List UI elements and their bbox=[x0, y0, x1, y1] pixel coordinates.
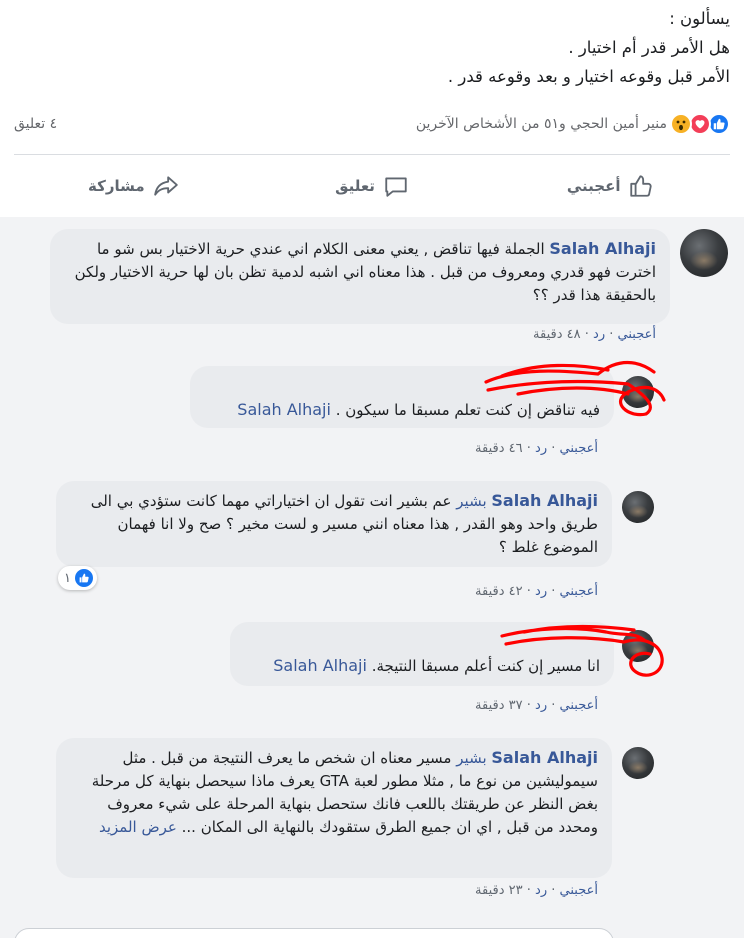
post-body: يسألون : هل الأمر قدر أم اختيار . الأمر … bbox=[14, 4, 730, 91]
comment-author[interactable]: Salah Alhaji bbox=[491, 748, 598, 767]
separator: · bbox=[609, 327, 614, 342]
comment-time[interactable]: ٤٨ دقيقة bbox=[533, 327, 581, 342]
comment-time[interactable]: ٤٢ دقيقة bbox=[475, 584, 523, 599]
reaction-count: ١ bbox=[64, 570, 71, 586]
comment-label: تعليق bbox=[335, 177, 375, 195]
thumbs-up-icon bbox=[630, 175, 653, 197]
mention-link[interactable]: بشير bbox=[456, 749, 486, 767]
speech-bubble-icon bbox=[385, 177, 407, 197]
reply-text: فيه تناقض إن كنت تعلم مسبقا ما سيكون . bbox=[335, 401, 600, 419]
post-line: يسألون : bbox=[669, 9, 730, 28]
avatar[interactable] bbox=[622, 491, 654, 523]
separator: · bbox=[526, 441, 531, 456]
reply-bubble: فيه تناقض إن كنت تعلم مسبقا ما سيكون . S… bbox=[190, 366, 614, 428]
comment-author[interactable]: Salah Alhaji bbox=[549, 239, 656, 258]
comment-reply-link[interactable]: رد bbox=[593, 327, 605, 342]
like-icon bbox=[708, 113, 730, 135]
comment-reaction-count[interactable]: ١ bbox=[58, 566, 97, 590]
love-icon bbox=[689, 113, 711, 135]
comment-like-link[interactable]: أعجبني bbox=[618, 327, 656, 342]
wow-icon bbox=[670, 113, 692, 135]
comment-reply-link[interactable]: رد bbox=[535, 698, 547, 713]
comment-author[interactable]: Salah Alhaji bbox=[491, 491, 598, 510]
post-actions: أعجبني تعليق مشاركة bbox=[14, 158, 730, 214]
comment-reply-link[interactable]: رد bbox=[535, 441, 547, 456]
comment-meta: أعجبني · رد · ٢٣ دقيقة bbox=[475, 883, 598, 898]
separator: · bbox=[526, 584, 531, 599]
post-line: الأمر قبل وقوعه اختيار و بعد وقوعه قدر . bbox=[447, 67, 730, 86]
separator: · bbox=[551, 441, 556, 456]
share-arrow-icon bbox=[153, 176, 178, 196]
like-icon bbox=[74, 569, 93, 587]
comment-meta: أعجبني · رد · ٤٦ دقيقة bbox=[475, 441, 598, 456]
mention-link[interactable]: Salah Alhaji bbox=[273, 656, 367, 675]
separator: · bbox=[551, 883, 556, 898]
divider bbox=[14, 154, 730, 155]
comment-bubble: Salah Alhaji بشير مسير معناه ان شخص ما ي… bbox=[56, 738, 612, 878]
share-button[interactable]: مشاركة bbox=[14, 158, 253, 214]
avatar[interactable] bbox=[622, 630, 654, 662]
comment-count[interactable]: ٤ تعليق bbox=[14, 116, 57, 132]
comment-like-link[interactable]: أعجبني bbox=[560, 441, 598, 456]
avatar[interactable] bbox=[622, 747, 654, 779]
separator: · bbox=[551, 698, 556, 713]
reactors-text[interactable]: منير أمين الحجي و٥١ من الأشخاص الآخرين bbox=[416, 116, 667, 132]
see-more-link[interactable]: عرض المزيد bbox=[99, 818, 177, 836]
separator: · bbox=[526, 883, 531, 898]
post-line: هل الأمر قدر أم اختيار . bbox=[568, 38, 730, 57]
like-button[interactable]: أعجبني bbox=[491, 158, 730, 214]
comment-time[interactable]: ٤٦ دقيقة bbox=[475, 441, 523, 456]
separator: · bbox=[584, 327, 589, 342]
reply-text: انا مسير إن كنت أعلم مسبقا النتيجة. bbox=[371, 657, 600, 675]
reply-bubble: انا مسير إن كنت أعلم مسبقا النتيجة. Sala… bbox=[230, 622, 614, 686]
separator: · bbox=[526, 698, 531, 713]
comment-like-link[interactable]: أعجبني bbox=[560, 883, 598, 898]
share-label: مشاركة bbox=[88, 177, 145, 195]
comment-time[interactable]: ٢٣ دقيقة bbox=[475, 883, 523, 898]
comment-input[interactable] bbox=[14, 928, 614, 938]
comment-reply-link[interactable]: رد bbox=[535, 584, 547, 599]
comment-time[interactable]: ٣٧ دقيقة bbox=[475, 698, 523, 713]
comment-bubble: Salah Alhaji الجملة فيها تناقض , يعني مع… bbox=[50, 229, 670, 324]
mention-link[interactable]: بشير bbox=[456, 492, 486, 510]
separator: · bbox=[551, 584, 556, 599]
comment-like-link[interactable]: أعجبني bbox=[560, 698, 598, 713]
comment-meta: أعجبني · رد · ٣٧ دقيقة bbox=[475, 698, 598, 713]
like-label: أعجبني bbox=[566, 177, 621, 195]
comment-reply-link[interactable]: رد bbox=[535, 883, 547, 898]
mention-link[interactable]: Salah Alhaji bbox=[237, 400, 331, 419]
avatar[interactable] bbox=[622, 376, 654, 408]
reaction-icons[interactable]: منير أمين الحجي و٥١ من الأشخاص الآخرين bbox=[416, 113, 730, 135]
comment-bubble: Salah Alhaji بشير عم بشير انت تقول ان اخ… bbox=[56, 481, 612, 567]
reactions-summary: منير أمين الحجي و٥١ من الأشخاص الآخرين ٤… bbox=[14, 110, 730, 138]
avatar[interactable] bbox=[680, 229, 728, 277]
comment-like-link[interactable]: أعجبني bbox=[560, 584, 598, 599]
comment-meta: أعجبني · رد · ٤٨ دقيقة bbox=[533, 327, 656, 342]
comment-button[interactable]: تعليق bbox=[253, 158, 492, 214]
comment-meta: أعجبني · رد · ٤٢ دقيقة bbox=[475, 584, 598, 599]
